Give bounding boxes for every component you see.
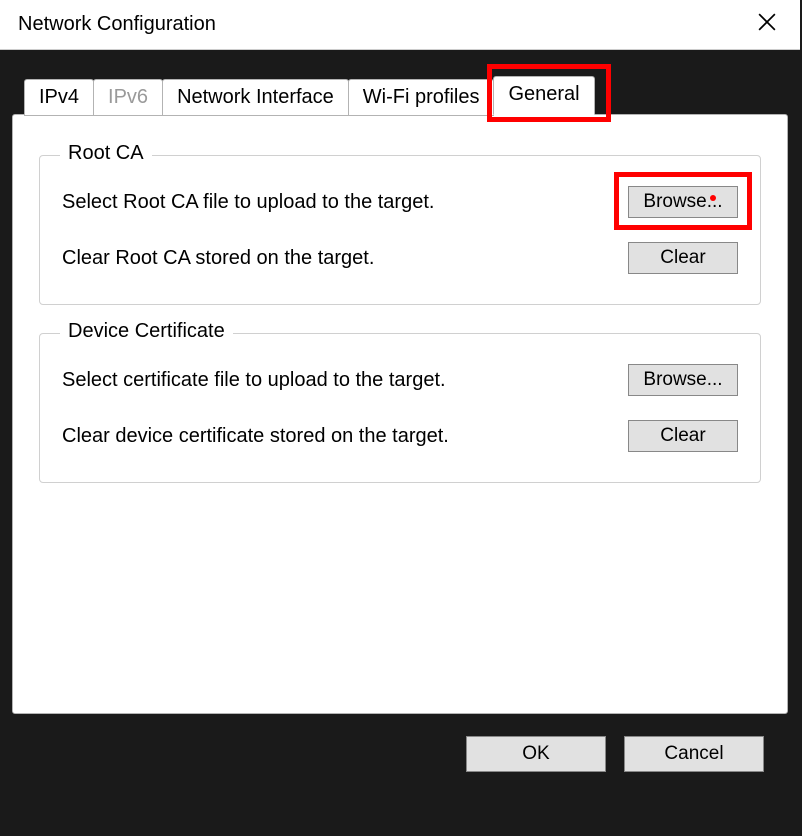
- tab-ipv6[interactable]: IPv6: [93, 79, 163, 116]
- device-certificate-clear-label: Clear device certificate stored on the t…: [62, 425, 449, 448]
- root-ca-group: Root CA Select Root CA file to upload to…: [39, 155, 761, 305]
- root-ca-upload-label: Select Root CA file to upload to the tar…: [62, 191, 434, 214]
- root-ca-legend: Root CA: [60, 142, 152, 165]
- cancel-button[interactable]: Cancel: [624, 736, 764, 772]
- root-ca-clear-button[interactable]: Clear: [628, 242, 738, 274]
- dialog-body: IPv4 IPv6 Network Interface Wi-Fi profil…: [0, 50, 800, 836]
- tab-network-interface[interactable]: Network Interface: [162, 79, 349, 116]
- dialog-footer: OK Cancel: [12, 714, 788, 796]
- close-icon[interactable]: [752, 7, 782, 42]
- tab-panel-general: Root CA Select Root CA file to upload to…: [12, 114, 788, 714]
- ok-button[interactable]: OK: [466, 736, 606, 772]
- titlebar: Network Configuration: [0, 0, 800, 50]
- root-ca-clear-label: Clear Root CA stored on the target.: [62, 247, 374, 270]
- device-certificate-group: Device Certificate Select certificate fi…: [39, 333, 761, 483]
- window-title: Network Configuration: [18, 13, 216, 36]
- tabstrip: IPv4 IPv6 Network Interface Wi-Fi profil…: [12, 76, 788, 115]
- annotation-dot: [710, 195, 716, 201]
- network-configuration-window: Network Configuration IPv4 IPv6 Network …: [0, 0, 800, 836]
- root-ca-browse-button[interactable]: Browse...: [628, 186, 738, 218]
- tab-ipv4[interactable]: IPv4: [24, 79, 94, 116]
- device-certificate-browse-button[interactable]: Browse...: [628, 364, 738, 396]
- device-certificate-clear-button[interactable]: Clear: [628, 420, 738, 452]
- tab-general[interactable]: General: [493, 76, 594, 115]
- device-certificate-legend: Device Certificate: [60, 320, 233, 343]
- tab-wifi-profiles[interactable]: Wi-Fi profiles: [348, 79, 495, 116]
- device-certificate-upload-label: Select certificate file to upload to the…: [62, 369, 446, 392]
